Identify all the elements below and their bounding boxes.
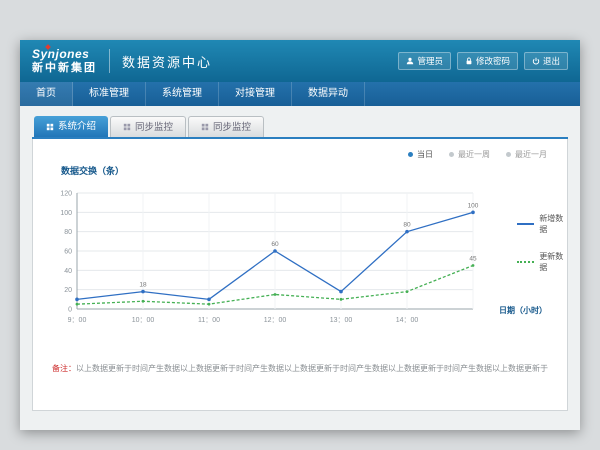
header-divider: [109, 49, 110, 73]
svg-text:80: 80: [403, 222, 411, 229]
series-legend: 新增数据 更新数据: [517, 213, 567, 273]
tab-label: 同步监控: [135, 117, 173, 138]
grid-icon: [46, 123, 54, 131]
svg-text:10：00: 10：00: [132, 317, 155, 324]
grid-icon: [201, 123, 209, 131]
nav-item-data-changes[interactable]: 数据异动: [292, 82, 365, 106]
grid-icon: [123, 123, 131, 131]
nav-item-system-mgmt[interactable]: 系统管理: [146, 82, 219, 106]
nav-item-home[interactable]: 首页: [20, 82, 73, 106]
line-chart: 0 20 40 60 80 100 120 9：00 10：00 11：00 12：00 13：00 1…: [47, 179, 487, 329]
footnote-prefix: 备注：: [52, 364, 76, 373]
svg-text:60: 60: [64, 249, 72, 256]
svg-text:14：00: 14：00: [396, 317, 419, 324]
svg-text:100: 100: [468, 202, 479, 209]
radio-dot-icon: [408, 152, 413, 157]
svg-text:0: 0: [68, 307, 72, 314]
series-label: 新增数据: [539, 213, 567, 235]
svg-text:120: 120: [60, 191, 72, 198]
solid-line-icon: [517, 223, 534, 225]
chart-panel: 当日 最近一周 最近一月 数据交换（条） 0 20 40 60 80 100 120 9：00…: [32, 139, 568, 411]
nav-item-standard-mgmt[interactable]: 标准管理: [73, 82, 146, 106]
svg-text:60: 60: [271, 241, 279, 248]
svg-text:11：00: 11：00: [198, 317, 220, 324]
radio-dot-icon: [506, 152, 511, 157]
legend-item-new-data[interactable]: 新增数据: [517, 213, 567, 235]
footnote: 备注：以上数据更新于时间产生数据以上数据更新于时间产生数据以上数据更新于时间产生…: [33, 363, 567, 374]
x-axis-label: 日期（小时）: [499, 305, 547, 316]
svg-text:13：00: 13：00: [330, 317, 353, 324]
filter-label: 当日: [417, 149, 433, 160]
user-icon: [406, 57, 414, 65]
svg-text:100: 100: [60, 210, 72, 217]
content-area: 系统介绍 同步监控 同步监控: [20, 106, 580, 411]
admin-user-button[interactable]: 管理员: [398, 52, 451, 70]
lock-icon: [465, 57, 473, 65]
svg-text:45: 45: [469, 256, 477, 263]
svg-text:18: 18: [139, 282, 147, 289]
change-password-label: 修改密码: [476, 55, 510, 67]
logout-button[interactable]: 退出: [524, 52, 568, 70]
header-actions: 管理员 修改密码 退出: [398, 52, 568, 70]
nav-item-connection-mgmt[interactable]: 对接管理: [219, 82, 292, 106]
main-nav: 首页 标准管理 系统管理 对接管理 数据异动: [20, 82, 580, 106]
change-password-button[interactable]: 修改密码: [457, 52, 518, 70]
admin-user-label: 管理员: [417, 55, 443, 67]
series-label: 更新数据: [539, 251, 567, 273]
filter-today[interactable]: 当日: [408, 149, 433, 160]
footnote-text: 以上数据更新于时间产生数据以上数据更新于时间产生数据以上数据更新于时间产生数据以…: [76, 364, 548, 373]
radio-dot-icon: [449, 152, 454, 157]
svg-text:9：00: 9：00: [68, 317, 87, 324]
tab-sync-monitor-2[interactable]: 同步监控: [188, 116, 264, 137]
filter-last-week[interactable]: 最近一周: [449, 149, 490, 160]
logout-label: 退出: [543, 55, 560, 67]
logo-subtext: 新中新集团: [32, 62, 97, 74]
svg-text:12：00: 12：00: [264, 317, 287, 324]
y-axis-title: 数据交换（条）: [61, 164, 567, 177]
svg-text:80: 80: [64, 229, 72, 236]
power-icon: [532, 57, 540, 65]
tab-system-intro[interactable]: 系统介绍: [34, 116, 108, 137]
chart-row: 0 20 40 60 80 100 120 9：00 10：00 11：00 12：00 13：00 1…: [47, 179, 567, 331]
tab-label: 同步监控: [213, 117, 251, 138]
logo-text: Synjones: [32, 48, 97, 61]
app-header: Synjones 新中新集团 数据资源中心 管理员 修改密码: [20, 40, 580, 82]
tabs-row: 系统介绍 同步监控 同步监控: [32, 116, 568, 137]
app-window: Synjones 新中新集团 数据资源中心 管理员 修改密码: [20, 40, 580, 430]
svg-text:20: 20: [64, 287, 72, 294]
svg-text:40: 40: [64, 268, 72, 275]
page-title: 数据资源中心: [122, 52, 212, 71]
filter-label: 最近一周: [458, 149, 490, 160]
tab-label: 系统介绍: [58, 116, 96, 137]
filter-last-month[interactable]: 最近一月: [506, 149, 547, 160]
tab-sync-monitor-1[interactable]: 同步监控: [110, 116, 186, 137]
dashed-line-icon: [517, 261, 534, 263]
legend-item-update-data[interactable]: 更新数据: [517, 251, 567, 273]
desktop-background: Synjones 新中新集团 数据资源中心 管理员 修改密码: [0, 0, 600, 450]
filter-label: 最近一月: [515, 149, 547, 160]
time-filter-legend: 当日 最近一周 最近一月: [33, 139, 567, 160]
company-logo: Synjones 新中新集团: [32, 48, 97, 73]
